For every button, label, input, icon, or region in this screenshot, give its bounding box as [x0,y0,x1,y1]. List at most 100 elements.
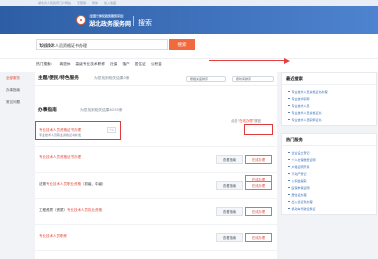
hot-search-item[interactable]: 公积金 [151,62,162,67]
site-header: 全国一体化政务服务平台 湖北政务服务网 搜索 [0,6,378,34]
online-apply-button[interactable]: 在线办理 [245,155,272,164]
guide-item-title-suffix: （初级、中级） [81,182,106,186]
top-links: 湖北省人民政府门户网站 无障碍 繁体 加入收藏 [38,1,116,5]
list-item-label: 居住证办理 [291,192,307,197]
left-nav-item-guide[interactable]: 办事指南 [6,84,30,96]
section-title-theme-services: 主题/便民/特色服务 [38,76,79,81]
left-nav-item-faq[interactable]: 常见问题 [6,96,30,108]
bullet-icon [288,172,290,175]
sort-time-label: 按时间排序 [236,77,252,81]
left-nav-item-all[interactable]: 全部服务 [6,72,30,84]
bullet-icon [288,118,290,121]
hot-services-card: 热门服务 企业设立登记 个人社保缴费证明 户籍证明开具 不动产登记 公积金提取 … [281,133,377,215]
hot-search-label: 热门搜索： [36,62,55,66]
list-item-label: 医保参保证明 [291,185,310,190]
guide-item-title[interactable]: 法规专业技术人员职业资格（初级、中级） [39,182,106,187]
view-guide-button[interactable]: 查看指南 [216,207,243,216]
list-item[interactable]: 居住证办理 [288,191,376,198]
list-item[interactable]: 专业技术职称 [288,95,376,102]
search-results-panel: 主题/便民/特色服务 为您找到相关结果0条 按相关度排序 按时间排序 办事指南 … [35,72,277,259]
bullet-icon [288,104,290,107]
hot-search-item[interactable]: 社保 [110,62,117,67]
hot-search-item[interactable]: 离退休 [59,62,70,67]
guide-item-title[interactable]: 工程资质（资质）专业技术人员执业资格 [39,208,102,213]
list-item-label: 户籍证明开具 [291,164,310,169]
page-title: 搜索 [138,19,152,27]
list-item[interactable]: 医保参保证明 [288,184,376,191]
guide-item-title-prefix: 工程资质（资质） [39,208,67,212]
search-char-count: 12/150 [39,43,54,48]
hot-search-item[interactable]: 居住证 [135,62,146,67]
view-guide-button[interactable]: 查看指南 [216,233,243,242]
recent-search-list: 专业技术人员资格证书办理 专业技术职称 专业技术人员 专业技术人员资格证书 专业… [282,85,376,125]
table-row: 专业技术人员资格证书办理 查看指南 在线办理 [35,147,277,173]
bullet-icon [288,165,290,168]
guide-section-title: 办事指南 [38,108,57,113]
list-item[interactable]: 出入境证件办理 [288,198,376,205]
list-item-label: 专业技术人员职称证书 [291,117,322,122]
table-row: 工程资质（资质）专业技术人员执业资格 查看指南 在线办理 [35,199,277,225]
list-item[interactable]: 专业技术人员资格证书办理 [288,88,376,95]
bullet-icon [288,158,290,161]
guide-item-title-prefix: 法规 [39,182,46,186]
top-link[interactable]: 无障碍 [77,1,86,5]
pointer-arrow [209,56,295,66]
top-link[interactable]: 加入收藏 [104,1,116,5]
arrow-shaft [209,60,285,61]
header-divider [133,16,134,26]
theme-services-section: 主题/便民/特色服务 为您找到相关结果0条 按相关度排序 按时间排序 [35,72,277,86]
list-item[interactable]: 企业设立登记 [288,149,376,156]
left-nav: 全部服务 办事指南 常见问题 [6,72,30,108]
list-item[interactable]: 专业技术人员资格证书 [288,109,376,116]
bullet-icon [288,90,290,93]
list-item-label: 专业技术职称 [291,96,310,101]
list-item-label: 出入境证件办理 [291,199,313,204]
top-link[interactable]: 湖北省人民政府门户网站 [38,1,71,5]
search-input[interactable]: 专业技术人员资格证书办理 12/150 [36,39,168,50]
online-apply-button[interactable]: 在线办理 [245,181,272,190]
view-guide-button[interactable]: 查看指南 [216,155,243,164]
sort-relevance-label: 按相关度排序 [190,77,209,81]
highlight-box-online-button [244,124,273,135]
online-apply-button[interactable]: 在线办理 [245,207,272,216]
table-row: 法规专业技术人员职业资格（初级、中级） 查看指南 在线办理 [35,173,277,199]
hot-search-list: 热门搜索： 离退休 高级专业技术职称 社保 落户 居住证 公积金 [36,62,162,67]
hot-search-item[interactable]: 高级专业技术职称 [76,62,106,67]
list-item[interactable]: 户籍证明开具 [288,163,376,170]
recent-search-card: 最近搜索 专业技术人员资格证书办理 专业技术职称 专业技术人员 专业技术人员资格… [281,72,377,126]
search-button[interactable]: 搜索 [169,39,195,50]
bullet-icon [288,151,290,154]
list-item[interactable]: 公积金提取 [288,177,376,184]
list-item[interactable]: 机动车驾驶证换证 [288,205,376,212]
bullet-icon [288,186,290,189]
bullet-icon [288,179,290,182]
list-item-label: 不动产登记 [291,171,307,176]
bullet-icon [288,207,290,210]
view-guide-button[interactable]: 查看指南 [216,181,243,190]
top-link[interactable]: 繁体 [92,1,98,5]
bullet-icon [288,200,290,203]
list-item-label: 公积金提取 [291,178,307,183]
list-item-label: 个人社保缴费证明 [291,157,316,162]
bullet-icon [288,97,290,100]
logo-subtitle: 全国一体化政务服务平台 [89,14,125,18]
search-bar: 专业技术人员资格证书办理 12/150 搜索 [0,34,378,58]
list-item-label: 专业技术人员资格证书 [291,110,322,115]
list-item[interactable]: 专业技术人员职称证书 [288,116,376,123]
hot-search-item[interactable]: 落户 [122,62,129,67]
list-item[interactable]: 专业技术人员 [288,102,376,109]
list-item[interactable]: 个人社保缴费证明 [288,156,376,163]
list-item[interactable]: 不动产登记 [288,170,376,177]
table-row: 专业技术人员职称 查看指南 在线办理 [35,225,277,251]
list-item-label: 机动车驾驶证换证 [291,206,316,211]
sort-relevance-button[interactable]: 按相关度排序 [186,76,226,82]
hot-services-title: 热门服务 [282,134,376,146]
sort-time-button[interactable]: 按时间排序 [232,76,274,82]
logo-title[interactable]: 湖北政务服务网 [89,19,131,28]
online-apply-button[interactable]: 在线办理 [245,233,272,242]
list-item-label: 专业技术人员资格证书办理 [291,89,328,94]
guide-item-title[interactable]: 专业技术人员职称 [39,234,67,239]
bullet-icon [288,111,290,114]
guide-item-title[interactable]: 专业技术人员资格证书办理 [39,155,81,160]
hot-search-bar: 热门搜索： 离退休 高级专业技术职称 社保 落户 居住证 公积金 [0,58,378,72]
